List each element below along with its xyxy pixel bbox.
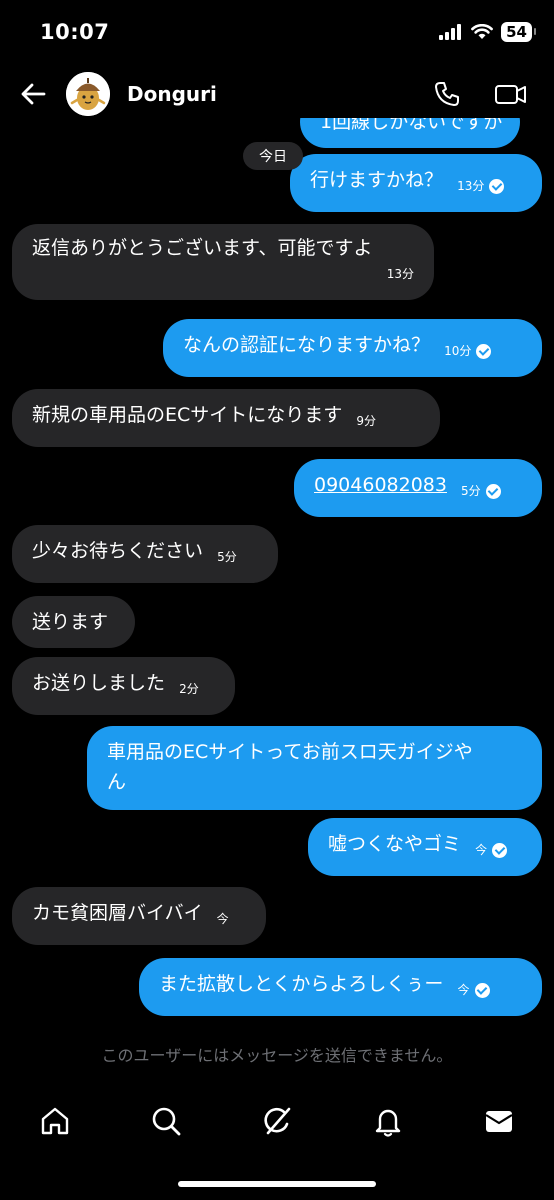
message-time: 2分 [179,682,199,696]
message-text: 送ります [32,611,109,633]
message-meta: 今 [457,975,490,1005]
bottom-tab-bar [0,1096,554,1152]
home-icon[interactable] [38,1104,72,1138]
message-meta: 2分 [179,674,199,704]
message-bubble-incoming[interactable]: お送りしました 2分 [12,657,235,715]
message-time: 9分 [356,414,376,428]
message-meta: 13分 [457,171,505,201]
message-text: カモ貧困層バイバイ [32,902,203,924]
message-bubble-outgoing[interactable]: 嘘つくなやゴミ 今 [308,818,542,876]
message-bubble-incoming[interactable]: 少々お待ちください 5分 [12,525,278,583]
message-text: 行けますかね？ [310,169,444,191]
seen-check-icon [492,842,508,858]
seen-check-icon [476,343,492,359]
message-time: 13分 [386,267,414,281]
message-text: 新規の車用品のECサイトになります [32,404,343,426]
grok-icon[interactable] [260,1104,294,1138]
message-bubble-outgoing[interactable]: また拡散しとくからよろしくぅー 今 [139,958,542,1016]
message-bubble-incoming[interactable]: カモ貧困層バイバイ 今 [12,887,266,945]
battery-indicator: 54 [501,22,536,42]
acorn-mascot-icon [66,72,110,116]
message-text-continued: ん [107,771,127,793]
message-text: なんの認証になりますかね？ [183,334,431,356]
message-bubble-incoming[interactable]: 新規の車用品のECサイトになります 9分 [12,389,440,447]
message-time: 今 [475,843,488,857]
status-icons: 54 [439,22,536,42]
contact-name[interactable]: Donguri [127,82,217,106]
message-bubble-outgoing[interactable]: 行けますかね？ 13分 [290,154,542,212]
message-text: 少々お待ちください [32,540,204,562]
signal-icon [439,24,462,40]
message-bubble-outgoing[interactable]: なんの認証になりますかね？ 10分 [163,319,542,377]
message-meta: 9分 [356,406,376,436]
phone-call-icon[interactable] [432,79,462,109]
phone-number-link[interactable]: 09046082083 [314,474,447,496]
message-text: また拡散しとくからよろしくぅー [159,973,444,995]
notifications-icon[interactable] [371,1104,405,1138]
seen-check-icon [474,982,490,998]
wifi-icon [471,24,494,39]
message-bubble-outgoing[interactable]: 車用品のECサイトってお前スロ天ガイジや ん [87,726,542,810]
message-time: 5分 [217,550,237,564]
message-meta: 5分 [217,542,237,572]
message-thread[interactable]: 1回線しかないですが 今日 行けますかね？ 13分 返信ありがとうございます、可… [0,118,554,1018]
clock: 10:07 [40,20,110,44]
message-meta: 10分 [444,336,492,366]
message-bubble-incoming[interactable]: 返信ありがとうございます、可能ですよ 13分 [12,224,434,300]
message-time: 今 [216,912,229,926]
message-text: お送りしました [32,672,166,694]
search-icon[interactable] [149,1104,183,1138]
messages-icon[interactable] [482,1104,516,1138]
seen-check-icon [489,178,505,194]
message-time: 5分 [461,484,481,498]
conversation-header: Donguri [0,64,554,126]
back-arrow-icon[interactable] [18,79,48,109]
message-time: 13分 [457,179,485,193]
home-indicator [178,1181,376,1187]
message-text: 返信ありがとうございます、可能ですよ [32,237,373,259]
message-meta: 今 [217,904,229,934]
message-bubble-outgoing[interactable]: 09046082083 5分 [294,459,542,517]
message-bubble-outgoing-cut: 1回線しかないですが [300,118,520,148]
status-bar: 10:07 54 [0,0,554,64]
video-call-icon[interactable] [494,79,528,109]
cannot-message-notice: このユーザーにはメッセージを送信できません。 [101,1046,453,1065]
avatar[interactable] [66,72,110,116]
message-time: 今 [457,983,470,997]
message-bubble-incoming[interactable]: 送ります [12,596,135,648]
message-time: 10分 [444,344,472,358]
seen-check-icon [485,483,501,499]
message-text: 1回線しかないですが [320,118,503,133]
message-text: 車用品のECサイトってお前スロ天ガイジや [107,741,473,763]
message-meta: 5分 [461,476,501,506]
message-meta: 今 [475,835,508,865]
message-text: 嘘つくなやゴミ [328,833,462,855]
day-separator: 今日 [243,142,303,170]
